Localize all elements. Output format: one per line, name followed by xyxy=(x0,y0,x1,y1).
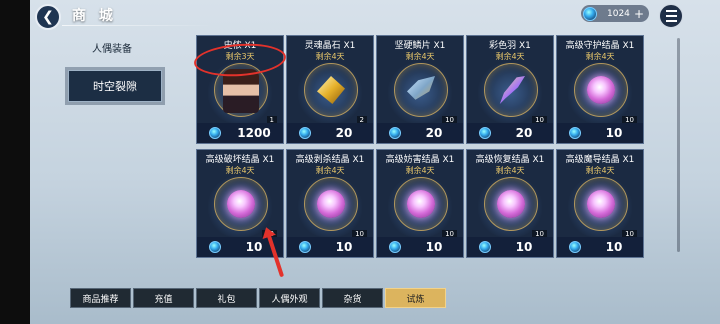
chevron-left-icon: ❮ xyxy=(42,9,54,25)
product-name: 高级妨害结晶 X1 xyxy=(385,155,455,165)
price-row: 10 xyxy=(467,237,553,257)
gem-icon xyxy=(479,127,491,139)
price-row: 10 xyxy=(557,123,643,143)
time-remaining: 剩余4天 xyxy=(315,52,345,61)
product-name: 灵魂晶石 X1 xyxy=(304,41,356,51)
crystal-icon xyxy=(587,76,615,104)
time-remaining: 剩余4天 xyxy=(405,52,435,61)
product-name: 彩色羽 X1 xyxy=(489,41,531,51)
price: 10 xyxy=(335,240,353,254)
page-title: 商 城 xyxy=(72,8,117,24)
price-row: 10 xyxy=(557,237,643,257)
tab-5[interactable]: 试炼 xyxy=(385,288,446,308)
crystal-icon xyxy=(497,190,525,218)
gem-icon xyxy=(479,241,491,253)
price: 1200 xyxy=(237,126,271,140)
product-card[interactable]: 灵魂晶石 X1 剩余4天 2 20 xyxy=(286,35,374,144)
crystal-icon xyxy=(317,190,345,218)
title-underline xyxy=(62,25,212,26)
price-row: 20 xyxy=(377,123,463,143)
product-card[interactable]: 彩色羽 X1 剩余4天 10 20 xyxy=(466,35,554,144)
price: 10 xyxy=(425,240,443,254)
price-row: 10 xyxy=(287,237,373,257)
gem-icon xyxy=(583,6,597,21)
product-name: 高级守护结晶 X1 xyxy=(565,41,635,51)
currency-display[interactable]: 1024 + xyxy=(581,5,649,22)
crystal-icon xyxy=(407,190,435,218)
gem-icon xyxy=(569,127,581,139)
price-row: 1200 xyxy=(197,123,283,143)
time-remaining: 剩余4天 xyxy=(405,166,435,175)
gem-icon xyxy=(209,127,221,139)
tab-0[interactable]: 商品推荐 xyxy=(70,288,131,308)
add-currency-button[interactable]: + xyxy=(634,7,644,21)
gem-icon xyxy=(299,241,311,253)
product-card[interactable]: 高级守护结晶 X1 剩余4天 10 10 xyxy=(556,35,644,144)
product-card[interactable]: 高级剥杀结晶 X1 剩余4天 10 10 xyxy=(286,149,374,258)
crystal-icon xyxy=(587,190,615,218)
time-remaining: 剩余4天 xyxy=(585,166,615,175)
time-remaining: 剩余4天 xyxy=(495,166,525,175)
tab-3[interactable]: 人偶外观 xyxy=(259,288,320,308)
price: 20 xyxy=(515,126,533,140)
product-name: 坚硬鳞片 X1 xyxy=(394,41,446,51)
back-button[interactable]: ❮ xyxy=(35,4,61,30)
side-item-time-rift[interactable]: 时空裂隙 xyxy=(68,70,162,102)
price-row: 20 xyxy=(467,123,553,143)
category-tabs: 商品推荐 充值 礼包 人偶外观 杂货 试炼 xyxy=(70,288,448,308)
menu-button[interactable] xyxy=(659,4,683,28)
product-card[interactable]: 高级恢复结晶 X1 剩余4天 10 10 xyxy=(466,149,554,258)
product-name: 高级恢复结晶 X1 xyxy=(475,155,545,165)
crystal-icon xyxy=(227,190,255,218)
product-card[interactable]: 高级魔导结晶 X1 剩余4天 10 10 xyxy=(556,149,644,258)
time-remaining: 剩余4天 xyxy=(225,166,255,175)
product-name: 高级魔导结晶 X1 xyxy=(565,155,635,165)
gem-icon xyxy=(299,127,311,139)
currency-amount: 1024 xyxy=(607,8,630,19)
price: 10 xyxy=(605,240,623,254)
product-card[interactable]: 坚硬鳞片 X1 剩余4天 10 20 xyxy=(376,35,464,144)
product-name: 高级剥杀结晶 X1 xyxy=(295,155,365,165)
tab-1[interactable]: 充值 xyxy=(133,288,194,308)
tab-2[interactable]: 礼包 xyxy=(196,288,257,308)
price: 20 xyxy=(425,126,443,140)
product-name: 高级破坏结晶 X1 xyxy=(205,155,275,165)
time-remaining: 剩余4天 xyxy=(315,166,345,175)
price: 10 xyxy=(515,240,533,254)
gem-icon xyxy=(389,241,401,253)
side-section-label: 人偶装备 xyxy=(92,44,132,55)
gem-icon xyxy=(209,241,221,253)
gem-icon xyxy=(389,127,401,139)
time-remaining: 剩余4天 xyxy=(495,52,525,61)
price-row: 20 xyxy=(287,123,373,143)
gem-icon xyxy=(569,241,581,253)
product-card[interactable]: 高级妨害结晶 X1 剩余4天 10 10 xyxy=(376,149,464,258)
tab-4[interactable]: 杂货 xyxy=(322,288,383,308)
price: 20 xyxy=(335,126,353,140)
price: 10 xyxy=(605,126,623,140)
scrollbar[interactable] xyxy=(677,38,680,252)
device-bezel xyxy=(0,0,30,324)
price-row: 10 xyxy=(377,237,463,257)
hamburger-icon xyxy=(665,10,677,12)
time-remaining: 剩余4天 xyxy=(585,52,615,61)
